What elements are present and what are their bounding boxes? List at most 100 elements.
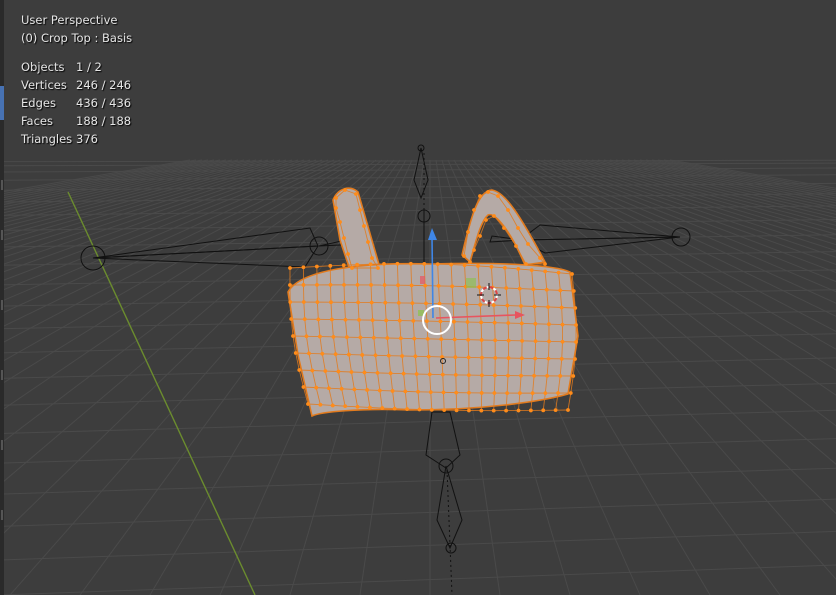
mesh-vertex[interactable] — [316, 317, 321, 322]
mesh-vertex[interactable] — [519, 304, 523, 308]
mesh-vertex[interactable] — [369, 300, 374, 305]
mesh-vertex[interactable] — [343, 317, 348, 322]
mesh-vertex[interactable] — [574, 323, 578, 327]
mesh-vertex[interactable] — [492, 320, 497, 325]
gizmo-xy-plane[interactable] — [466, 278, 476, 288]
mesh-vertex[interactable] — [396, 300, 401, 305]
mesh-vertex[interactable] — [369, 283, 373, 287]
mesh-vertex[interactable] — [428, 390, 433, 395]
mesh-vertex[interactable] — [291, 334, 295, 338]
mesh-vertex[interactable] — [480, 355, 484, 360]
mesh-vertex[interactable] — [365, 388, 370, 392]
mesh-vertex[interactable] — [330, 403, 335, 408]
bone-right-arm-side[interactable] — [519, 236, 681, 254]
mesh-vertex[interactable] — [297, 368, 302, 372]
mesh-vertex[interactable] — [543, 391, 548, 395]
mesh-vertex[interactable] — [478, 194, 482, 198]
mesh-vertex[interactable] — [467, 390, 471, 395]
gizmo-xz-plane[interactable] — [420, 276, 425, 284]
mesh-vertex[interactable] — [571, 289, 576, 293]
mesh-vertex[interactable] — [366, 240, 370, 244]
mesh-vertex[interactable] — [478, 302, 483, 307]
mesh-vertex[interactable] — [506, 356, 511, 360]
mesh-vertex[interactable] — [301, 300, 306, 304]
mesh-vertex[interactable] — [545, 373, 550, 378]
mesh-vertex[interactable] — [339, 386, 344, 391]
mesh-vertex[interactable] — [386, 353, 391, 358]
mesh-vertex[interactable] — [478, 234, 482, 238]
mesh-vertex[interactable] — [416, 389, 420, 394]
mesh-vertex[interactable] — [519, 321, 524, 326]
mesh-vertex[interactable] — [342, 300, 347, 305]
mesh-vertex[interactable] — [355, 262, 360, 267]
mesh-vertex[interactable] — [547, 339, 551, 344]
mesh-vertex[interactable] — [347, 352, 351, 357]
mesh-vertex[interactable] — [376, 266, 380, 270]
mesh-vertex[interactable] — [517, 286, 522, 291]
mesh-vertex[interactable] — [293, 351, 298, 355]
mesh-vertex[interactable] — [546, 305, 551, 309]
mesh-vertex[interactable] — [479, 391, 484, 395]
mesh-vertex[interactable] — [409, 283, 414, 288]
mesh-vertex[interactable] — [543, 269, 548, 274]
mesh-vertex[interactable] — [304, 334, 309, 339]
mesh-vertex[interactable] — [334, 196, 338, 200]
mesh-vertex[interactable] — [370, 256, 374, 260]
mesh-vertex[interactable] — [532, 373, 537, 378]
mesh-vertex[interactable] — [450, 284, 455, 289]
mesh-vertex[interactable] — [288, 266, 292, 270]
mesh-vertex[interactable] — [505, 303, 510, 308]
mesh-vertex[interactable] — [396, 283, 400, 288]
mesh-vertex[interactable] — [505, 391, 510, 396]
mesh-vertex[interactable] — [425, 336, 430, 341]
mesh-vertex[interactable] — [424, 301, 428, 306]
mesh-vertex[interactable] — [533, 356, 538, 361]
mesh-vertex[interactable] — [328, 282, 333, 287]
mesh-vertex[interactable] — [462, 254, 466, 258]
mesh-vertex[interactable] — [492, 214, 496, 218]
mesh-vertex[interactable] — [556, 270, 561, 275]
mesh-vertex[interactable] — [516, 226, 520, 230]
mesh-vertex[interactable] — [423, 283, 428, 288]
mesh-vertex[interactable] — [544, 287, 549, 292]
mesh-vertex[interactable] — [547, 322, 551, 327]
mesh-vertex[interactable] — [370, 318, 375, 323]
mesh-vertex[interactable] — [479, 338, 484, 342]
mesh-vertex[interactable] — [556, 391, 560, 395]
mesh-vertex[interactable] — [377, 388, 382, 393]
mesh-vertex[interactable] — [543, 262, 547, 266]
mesh-vertex[interactable] — [464, 302, 469, 307]
mesh-vertex[interactable] — [502, 226, 506, 230]
mesh-vertex[interactable] — [442, 408, 447, 413]
mesh-vertex[interactable] — [289, 317, 294, 321]
mesh-vertex[interactable] — [318, 334, 322, 339]
mesh-vertex[interactable] — [439, 337, 444, 342]
mesh-vertex[interactable] — [382, 262, 386, 266]
mesh-vertex[interactable] — [346, 252, 350, 256]
mesh-vertex[interactable] — [331, 334, 336, 339]
bone-head[interactable] — [413, 147, 429, 200]
mesh-vertex[interactable] — [382, 283, 387, 287]
mesh-vertex[interactable] — [533, 339, 538, 344]
mesh-vertex[interactable] — [414, 372, 419, 376]
mesh-vertex[interactable] — [427, 372, 432, 377]
mesh-vertex[interactable] — [568, 391, 573, 395]
mesh-vertex[interactable] — [452, 337, 457, 342]
mesh-vertex[interactable] — [436, 283, 441, 288]
mesh-vertex[interactable] — [519, 356, 524, 361]
mesh-vertex[interactable] — [362, 224, 366, 228]
mesh-vertex[interactable] — [371, 335, 376, 340]
mesh-vertex[interactable] — [320, 351, 325, 356]
mesh-vertex[interactable] — [435, 262, 440, 267]
mesh-vertex[interactable] — [426, 354, 431, 359]
mesh-vertex[interactable] — [462, 263, 467, 268]
mesh-vertex[interactable] — [360, 353, 365, 357]
mesh-vertex[interactable] — [390, 389, 395, 393]
mesh-vertex[interactable] — [454, 390, 459, 395]
mesh-vertex[interactable] — [405, 407, 409, 411]
mesh-vertex[interactable] — [519, 373, 523, 378]
mesh-vertex[interactable] — [493, 373, 497, 378]
mesh-vertex[interactable] — [571, 374, 576, 378]
mesh-vertex[interactable] — [466, 355, 471, 360]
mesh-vertex[interactable] — [368, 262, 373, 267]
